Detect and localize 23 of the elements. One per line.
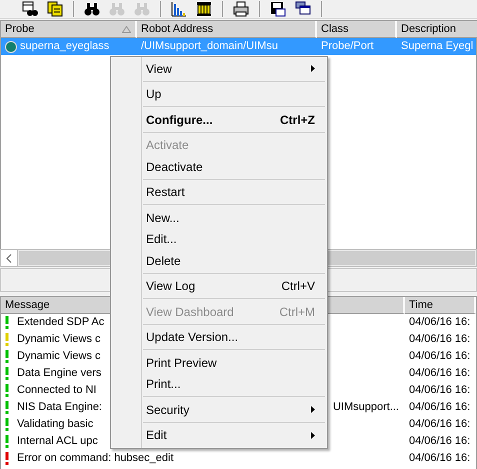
table-cell: Superna Eyegl (401, 40, 474, 53)
message-text: Dynamic Views c (17, 333, 101, 346)
message-text: Data Engine vers (17, 367, 102, 380)
time-text: 04/06/16 16: (408, 333, 470, 346)
message-text: Connected to NI (17, 384, 96, 397)
message-text: Error on command: hubsec_edit (17, 452, 174, 465)
message-text: Dynamic Views c (17, 350, 101, 363)
time-text: 04/06/16 16: (408, 367, 470, 380)
time-text: 04/06/16 16: (408, 452, 470, 465)
time-text: 04/06/16 16: (408, 418, 470, 431)
table-cell: superna_eyeglass (20, 40, 110, 53)
time-text: 04/06/16 16: (408, 316, 470, 329)
table-cell: Probe/Port (321, 40, 374, 53)
time-text: 04/06/16 16: (408, 401, 470, 414)
table-cell: /UIMsupport_domain/UIMsu (141, 40, 278, 53)
time-text: 04/06/16 16: (408, 350, 470, 363)
message-text: Extended SDP Ac (17, 316, 104, 329)
message-text: Internal ACL upc (17, 435, 98, 448)
message-text: UIMsupport... (332, 401, 400, 414)
message-text: NIS Data Engine: (17, 401, 102, 414)
time-text: 04/06/16 16: (408, 384, 470, 397)
message-text: Validating basic (17, 418, 94, 431)
time-text: 04/06/16 16: (408, 435, 470, 448)
